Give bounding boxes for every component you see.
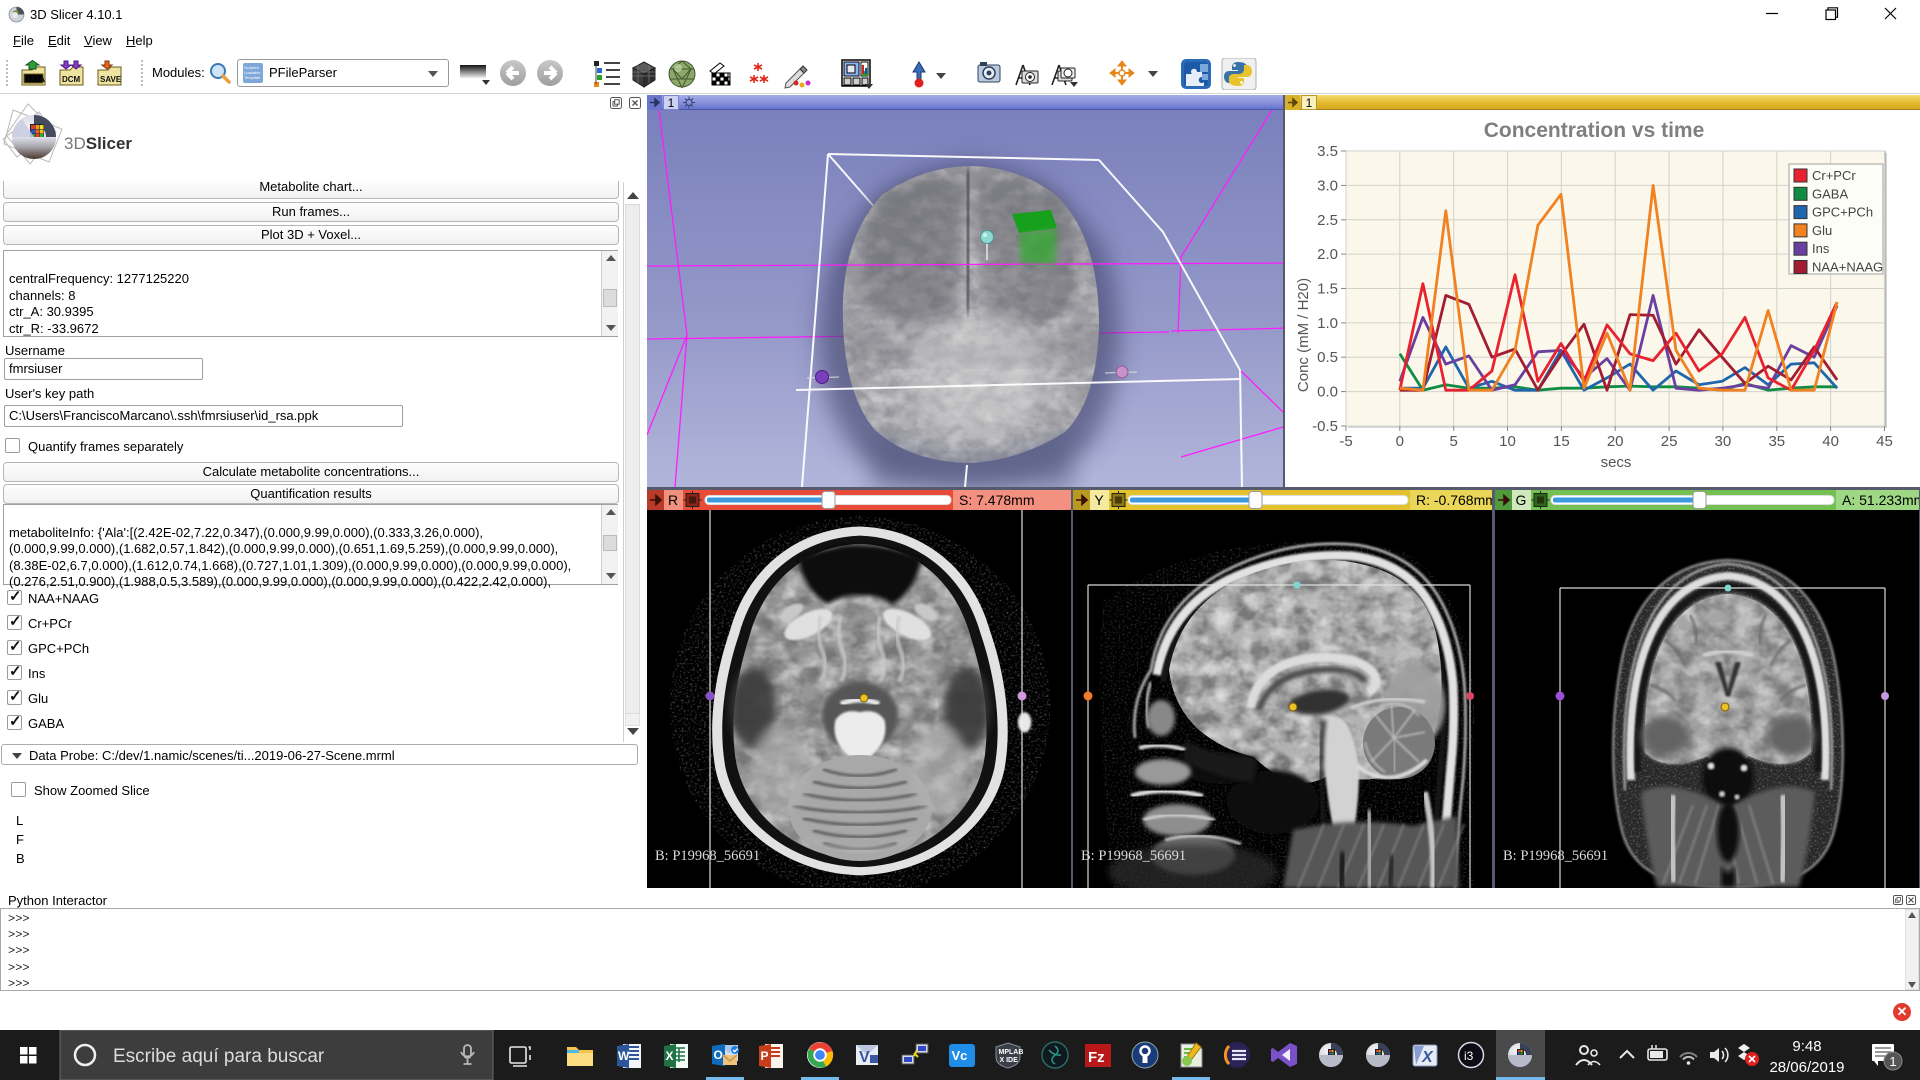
svg-text:2.0: 2.0: [1317, 246, 1338, 263]
svg-text:Conc (mM / H20): Conc (mM / H20): [1295, 278, 1312, 392]
svg-text:28/06/2019: 28/06/2019: [1769, 1059, 1844, 1076]
svg-text:-0.5: -0.5: [1312, 418, 1338, 435]
svg-text:Vc: Vc: [952, 1048, 968, 1063]
svg-text:SAVE: SAVE: [100, 75, 122, 84]
svg-text:20: 20: [1607, 433, 1624, 450]
svg-text:2.5: 2.5: [1317, 212, 1338, 229]
svg-text:Glu: Glu: [1812, 223, 1832, 238]
svg-text:1: 1: [1306, 96, 1313, 110]
svg-text:30: 30: [1715, 433, 1732, 450]
svg-text:P: P: [761, 1049, 769, 1063]
svg-text:B: P19968_56691: B: P19968_56691: [1081, 848, 1186, 864]
svg-text:S: 7.478mm: S: 7.478mm: [959, 492, 1034, 508]
svg-text:45: 45: [1876, 433, 1893, 450]
svg-text:X: X: [1421, 1049, 1434, 1066]
svg-text:DCM: DCM: [62, 75, 81, 84]
svg-text:40: 40: [1822, 433, 1839, 450]
svg-text:i3: i3: [1464, 1049, 1474, 1063]
svg-text:Concentration vs time: Concentration vs time: [1484, 119, 1705, 142]
svg-text:15: 15: [1553, 433, 1570, 450]
svg-text:V: V: [859, 1049, 870, 1066]
svg-text:O: O: [714, 1048, 723, 1062]
svg-text:X IDE: X IDE: [1000, 1057, 1019, 1064]
svg-text:5: 5: [1450, 433, 1458, 450]
svg-text:W: W: [618, 1049, 630, 1063]
svg-text:Y: Y: [1094, 492, 1104, 508]
svg-text:-5: -5: [1339, 433, 1352, 450]
svg-text:B: P19968_56691: B: P19968_56691: [1503, 848, 1608, 864]
svg-text:Escribe aquí para buscar: Escribe aquí para buscar: [113, 1046, 325, 1067]
svg-text:1.0: 1.0: [1317, 315, 1338, 332]
svg-text:MPLAB: MPLAB: [999, 1049, 1024, 1056]
svg-text:R: -0.768mm: R: -0.768mm: [1416, 492, 1492, 508]
svg-text:0.0: 0.0: [1317, 384, 1338, 401]
svg-text:DATA: DATA: [24, 75, 45, 84]
svg-text:A: 51.233mm: A: 51.233mm: [1842, 492, 1919, 508]
svg-text:G: G: [1516, 492, 1527, 508]
svg-text:35: 35: [1768, 433, 1785, 450]
svg-text:B: P19968_56691: B: P19968_56691: [655, 848, 760, 864]
svg-text:10: 10: [1499, 433, 1516, 450]
svg-text:secs: secs: [1601, 454, 1632, 471]
svg-text:Fz: Fz: [1088, 1049, 1105, 1066]
svg-text:0: 0: [1396, 433, 1404, 450]
svg-text:R: R: [668, 492, 678, 508]
svg-text:GABA: GABA: [1812, 186, 1848, 201]
svg-text:25: 25: [1661, 433, 1678, 450]
svg-text:3.0: 3.0: [1317, 177, 1338, 194]
svg-text:Cr+PCr: Cr+PCr: [1812, 168, 1856, 183]
svg-text:3.5: 3.5: [1317, 143, 1338, 160]
svg-text:NAA+NAAG: NAA+NAAG: [1812, 260, 1883, 275]
svg-text:1.5: 1.5: [1317, 281, 1338, 298]
svg-text:X: X: [666, 1049, 674, 1063]
svg-text:1: 1: [668, 96, 675, 110]
svg-text:0.5: 0.5: [1317, 349, 1338, 366]
svg-text:9:48: 9:48: [1792, 1038, 1821, 1055]
svg-text:Ins: Ins: [1812, 241, 1830, 256]
svg-text:1: 1: [1889, 1054, 1896, 1069]
svg-text:GPC+PCh: GPC+PCh: [1812, 205, 1873, 220]
